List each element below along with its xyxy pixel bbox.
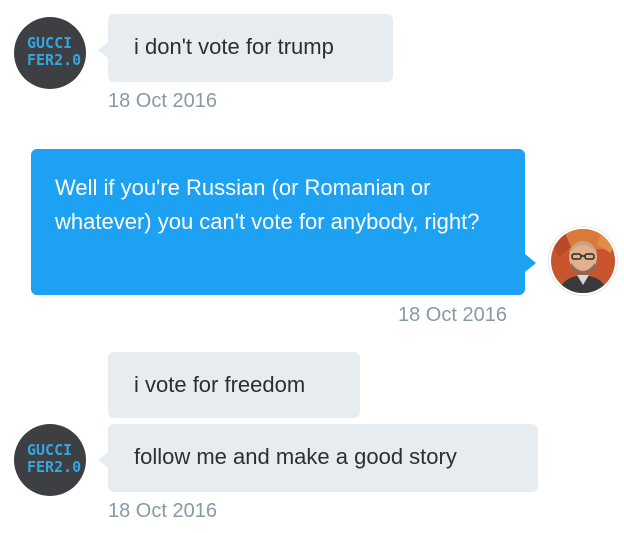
user-avatar-photo <box>551 229 615 293</box>
dm-conversation: GUCCI FER2.0 i don't vote for trump 18 O… <box>0 0 624 533</box>
guccifer-logo: GUCCI FER2.0 <box>27 34 82 69</box>
message-text: i vote for freedom <box>134 372 306 397</box>
message-text: i don't vote for trump <box>134 34 334 59</box>
message-timestamp: 18 Oct 2016 <box>398 304 507 326</box>
message-text: follow me and make a good story <box>134 444 457 469</box>
message-timestamp: 18 Oct 2016 <box>108 90 217 112</box>
bubble-tail <box>98 42 108 58</box>
bubble-tail <box>525 254 536 272</box>
message-bubble-outgoing[interactable]: Well if you're Russian (or Romanian or w… <box>31 149 525 295</box>
message-bubble-incoming[interactable]: i don't vote for trump <box>108 14 393 82</box>
message-timestamp: 18 Oct 2016 <box>108 500 217 522</box>
guccifer-logo: GUCCI FER2.0 <box>27 441 82 476</box>
user-avatar[interactable] <box>549 227 617 295</box>
message-bubble-incoming[interactable]: follow me and make a good story <box>108 424 538 492</box>
guccifer-avatar[interactable]: GUCCI FER2.0 <box>14 17 86 89</box>
bubble-tail <box>98 452 108 468</box>
message-text: Well if you're Russian (or Romanian or w… <box>55 175 480 234</box>
message-bubble-incoming[interactable]: i vote for freedom <box>108 352 360 418</box>
guccifer-avatar[interactable]: GUCCI FER2.0 <box>14 424 86 496</box>
